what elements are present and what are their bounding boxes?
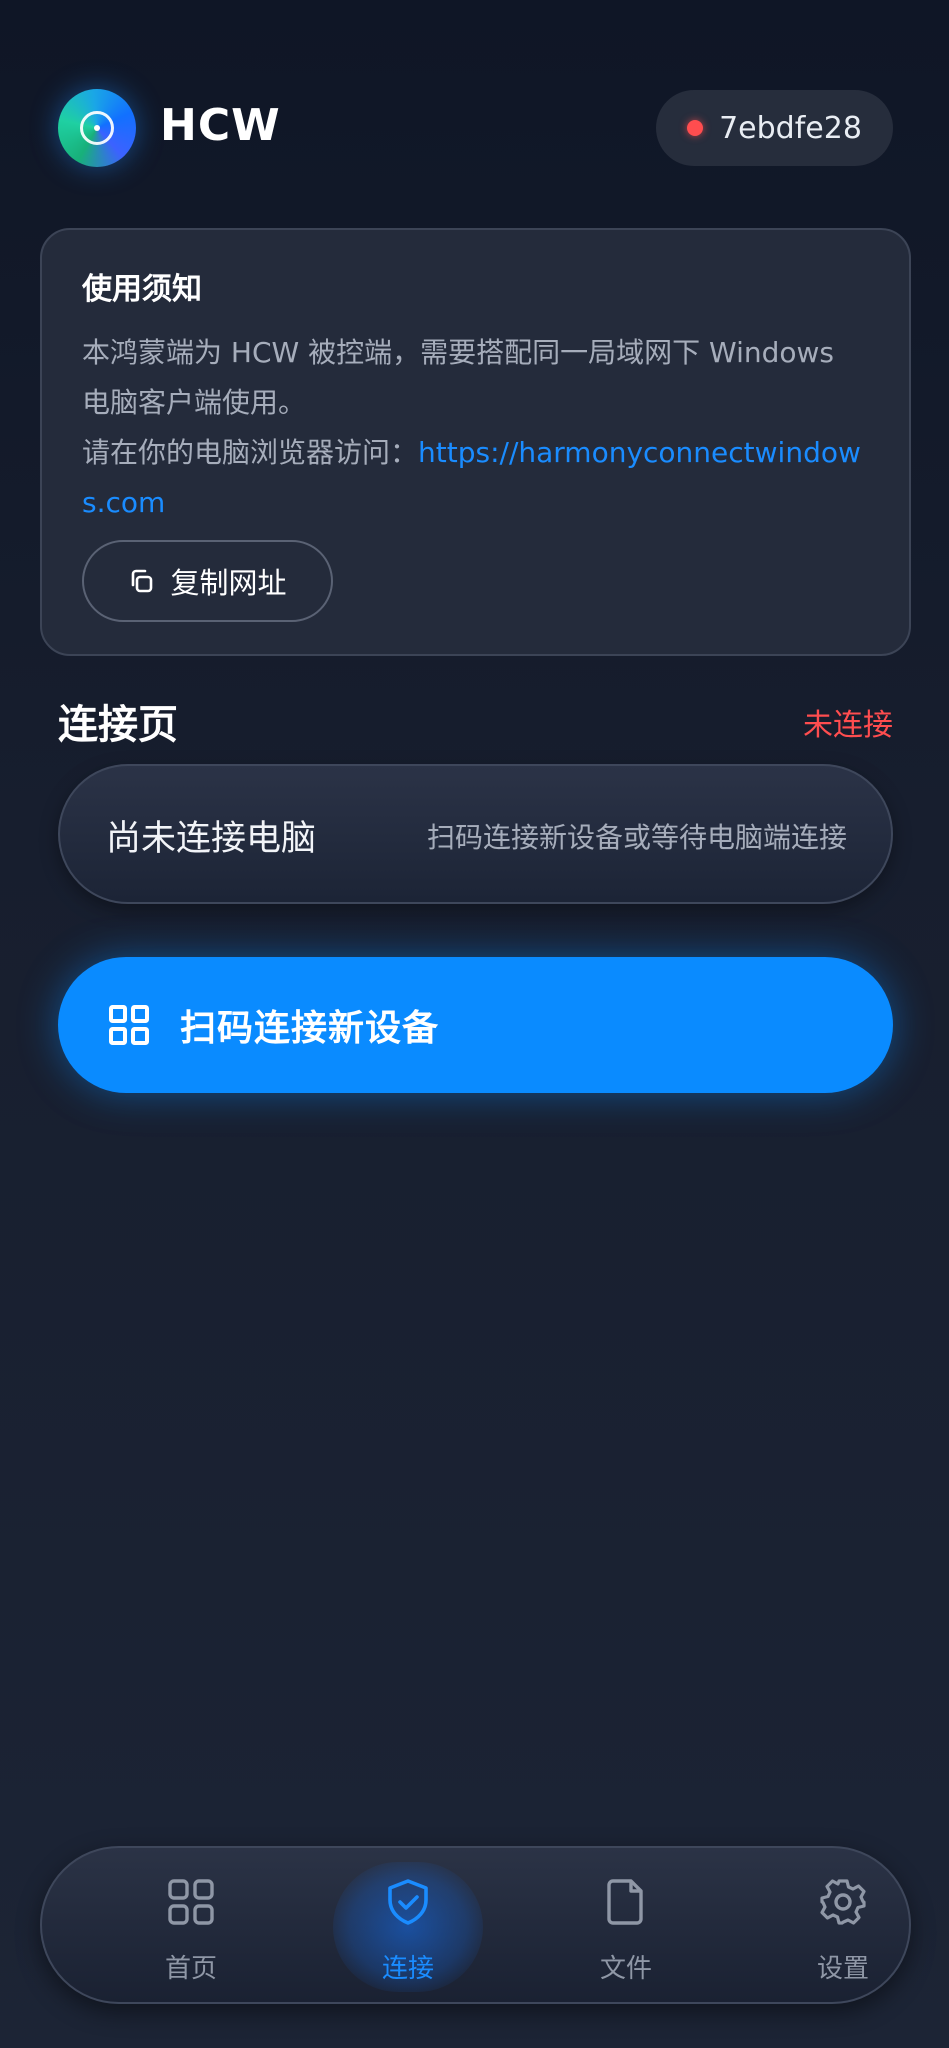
device-id-pill[interactable]: 7ebdfe28 [656, 90, 893, 166]
notice-line-2-prefix: 请在你的电脑浏览器访问： [82, 436, 419, 469]
nav-item-settings[interactable]: 设置 [763, 1848, 923, 2006]
notice-card: 使用须知 本鸿蒙端为 HCW 被控端，需要搭配同一局域网下 Windows 电脑… [40, 228, 911, 656]
nav-label-files: 文件 [599, 1954, 652, 1984]
notice-body: 本鸿蒙端为 HCW 被控端，需要搭配同一局域网下 Windows 电脑客户端使用… [82, 328, 869, 528]
bottom-nav: 首页 连接 文件 设置 [40, 1846, 911, 2004]
grid-icon [109, 1005, 149, 1045]
nav-label-home: 首页 [164, 1954, 217, 1984]
connect-page: HCW 7ebdfe28 使用须知 本鸿蒙端为 HCW 被控端，需要搭配同一局域… [0, 0, 949, 2048]
scan-connect-button[interactable]: 扫码连接新设备 [58, 957, 893, 1093]
connection-status-card[interactable]: 尚未连接电脑 扫码连接新设备或等待电脑端连接 [58, 764, 893, 904]
shield-check-icon [388, 1879, 428, 1925]
app-header: HCW 7ebdfe28 [58, 88, 893, 168]
nav-item-home[interactable]: 首页 [111, 1848, 271, 2006]
notice-line-1: 本鸿蒙端为 HCW 被控端，需要搭配同一局域网下 Windows 电脑客户端使用… [82, 336, 834, 419]
nav-item-files[interactable]: 文件 [546, 1848, 706, 2006]
connection-card-title: 尚未连接电脑 [106, 819, 317, 859]
copy-icon [132, 569, 153, 593]
copy-url-label: 复制网址 [170, 566, 287, 600]
logo-dot [94, 125, 100, 131]
status-dot-icon [687, 120, 704, 136]
connection-card-hint: 扫码连接新设备或等待电脑端连接 [426, 821, 847, 854]
device-id: 7ebdfe28 [719, 110, 862, 146]
notice-title: 使用须知 [82, 272, 202, 307]
section-title: 连接页 [58, 702, 178, 748]
connection-status: 未连接 [803, 708, 893, 743]
app-title: HCW [160, 100, 281, 151]
nav-label-settings: 设置 [816, 1954, 869, 1984]
nav-item-connect[interactable]: 连接 [328, 1848, 488, 2006]
copy-url-button[interactable]: 复制网址 [82, 540, 333, 622]
file-icon [607, 1879, 643, 1925]
scan-connect-label: 扫码连接新设备 [180, 1008, 440, 1049]
gear-icon [820, 1879, 866, 1925]
app-logo [58, 89, 136, 167]
nav-label-connect: 连接 [381, 1954, 434, 1984]
grid-icon [168, 1879, 214, 1925]
